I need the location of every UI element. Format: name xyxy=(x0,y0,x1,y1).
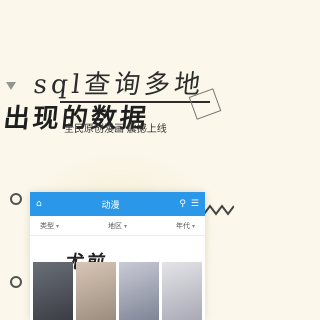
tagline: 全民原创漫画 震撼上线 xyxy=(64,124,167,135)
home-icon[interactable]: ⌂ xyxy=(36,199,42,209)
ring-decoration-icon xyxy=(10,276,22,288)
search-icon[interactable]: ⚲ xyxy=(179,199,186,209)
headline-underline xyxy=(60,101,210,103)
headline-line-1: sql查询多地 xyxy=(32,70,206,100)
comic-thumbnail[interactable] xyxy=(162,262,202,320)
chevron-down-icon: ▾ xyxy=(56,223,60,230)
filter-type[interactable]: 类型 ▾ xyxy=(40,221,59,231)
app-preview: ⌂ 动漫 ⚲ ☰ 类型 ▾ 地区 ▾ 年代 ▾ 尤前 xyxy=(30,192,205,320)
filter-label: 年代 xyxy=(175,223,190,230)
filter-bar: 类型 ▾ 地区 ▾ 年代 ▾ xyxy=(30,216,205,236)
app-header: ⌂ 动漫 ⚲ ☰ xyxy=(30,192,205,216)
zigzag-decoration-icon xyxy=(204,204,234,216)
filter-year[interactable]: 年代 ▾ xyxy=(176,221,195,231)
comic-thumbnail[interactable] xyxy=(119,262,159,320)
menu-icon[interactable]: ☰ xyxy=(191,199,199,209)
ring-decoration-icon xyxy=(10,193,22,205)
comic-thumbnail-row xyxy=(30,262,205,320)
filter-region[interactable]: 地区 ▾ xyxy=(108,221,127,231)
chevron-down-icon: ▾ xyxy=(191,223,195,230)
filter-label: 类型 xyxy=(40,223,54,230)
comic-thumbnail[interactable] xyxy=(33,262,73,320)
app-header-actions: ⚲ ☰ xyxy=(179,199,199,209)
chevron-down-icon: ▾ xyxy=(123,223,127,230)
app-title: 动漫 xyxy=(101,199,120,210)
filter-label: 地区 xyxy=(107,223,122,230)
comic-thumbnail[interactable] xyxy=(76,262,116,320)
